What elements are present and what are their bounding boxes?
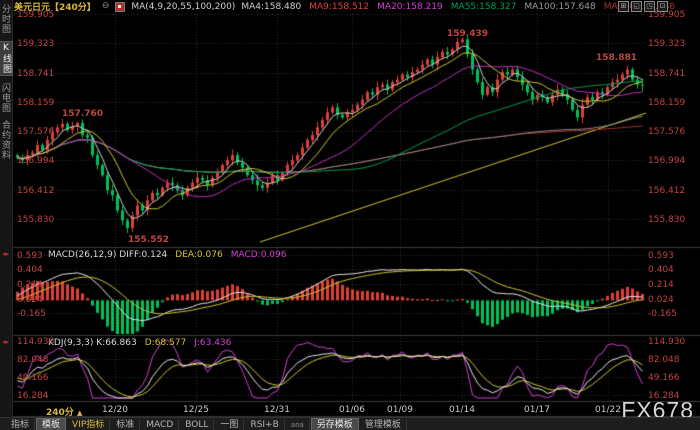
sidebar-item-0[interactable]: 分时图 [0, 4, 11, 34]
main-axis-right-4: 157.576 [648, 127, 685, 137]
macd-axis-right-3: 0.024 [648, 295, 674, 305]
main-axis-right-7: 155.830 [648, 215, 685, 225]
trading-chart-window: 美元日元【240分】 ⊖ MA(4,9,20,55,100,200) MA4:1… [0, 0, 700, 430]
date-label-5: 01/14 [449, 405, 475, 415]
ma-values: MA4:158.480 MA9:158.512 MA20:158.219 MA55:1… [241, 2, 675, 12]
sidebar-item-3[interactable]: 合约资料 [0, 120, 11, 160]
date-label-3: 01/06 [339, 405, 365, 415]
kdj-params-label: KDJ(9,3,3) K:66.863 [48, 338, 137, 348]
macd-axis-left-4: -0.165 [17, 309, 46, 319]
main-axis-right-2: 158.741 [648, 69, 685, 79]
macd-panel-header: MACD(26,12,9) DIFF:0.124 DEA:0.076 MACD:… [48, 250, 286, 260]
main-axis-left-1: 159.323 [17, 39, 54, 49]
toolbar-tab-0[interactable]: 指标 [6, 419, 35, 430]
kdj-axis-left-0: 114.930 [17, 337, 54, 347]
main-axis-left-7: 155.830 [17, 215, 54, 225]
main-axis-left-2: 158.741 [17, 69, 54, 79]
main-axis-right-5: 156.994 [648, 156, 685, 166]
main-axis-left-4: 157.576 [17, 127, 54, 137]
toolbar-tab-5[interactable]: BOLL [180, 419, 214, 430]
macd-axis-left-1: 0.404 [17, 265, 43, 275]
macd-params-label: MACD(26,12,9) DIFF:0.124 [48, 250, 167, 260]
kdj-panel-header: KDJ(9,3,3) K:66.863 D:68.577 J:63.436 [48, 338, 231, 348]
main-axis-right-3: 158.159 [648, 98, 685, 108]
date-label-4: 01/09 [387, 405, 413, 415]
ma-value-3: MA55:158.327 [451, 2, 517, 12]
ma-value-0: MA4:158.480 [241, 2, 301, 12]
chart-type-sidebar: 分时图 K线图闪电图合约资料 [0, 0, 13, 430]
date-label-0: 12/20 [102, 405, 128, 415]
toolbar-tab-6[interactable]: 一图 [215, 419, 244, 430]
symbol-title: 美元日元【240分】 [14, 0, 96, 13]
macd-axis-right-0: 0.593 [648, 251, 674, 261]
date-label-7: 01/22 [595, 405, 621, 415]
main-axis-left-3: 158.159 [17, 98, 54, 108]
price-annotation-1: 155.552 [128, 235, 169, 245]
date-label-1: 12/25 [183, 405, 209, 415]
kdj-axis-right-1: 82.048 [648, 355, 680, 365]
chart-canvas[interactable] [0, 0, 700, 430]
macd-axis-right-4: -0.165 [648, 309, 677, 319]
main-axis-right-6: 156.412 [648, 186, 685, 196]
indicator-header-bar: 美元日元【240分】 ⊖ MA(4,9,20,55,100,200) MA4:1… [14, 0, 700, 13]
price-annotation-3: 158.881 [596, 53, 637, 63]
macd-axis-left-0: 0.593 [17, 251, 43, 261]
kdj-panel-marker-icon[interactable]: ◂▸ [2, 338, 10, 346]
toolbar-tab-3[interactable]: 标准 [111, 419, 140, 430]
kdj-axis-left-3: 16.284 [17, 391, 49, 401]
ma-value-4: MA100:157.648 [524, 2, 595, 12]
ma-value-2: MA20:158.219 [377, 2, 443, 12]
price-annotation-2: 159.439 [447, 29, 488, 39]
grid-layout-icon[interactable]: ⊞ [618, 1, 629, 12]
macd-axis-left-2: 0.214 [17, 280, 43, 290]
kdj-d-label: D:68.577 [145, 338, 186, 348]
main-axis-left-5: 156.994 [17, 156, 54, 166]
macd-dea-label: DEA:0.076 [175, 250, 222, 260]
toolbar-tab-7[interactable]: RSI+B [245, 419, 284, 430]
bottom-toolbar: 指标模板VIP指标标准MACDBOLL一图RSI+Bana另存模板管理模板 [0, 417, 700, 430]
date-label-2: 12/31 [264, 405, 290, 415]
toolbar-tab-2[interactable]: VIP指标 [67, 419, 110, 430]
kdj-axis-right-0: 114.930 [648, 337, 685, 347]
ma-settings-label: MA(4,9,20,55,100,200) [131, 2, 235, 12]
macd-panel-marker-icon[interactable]: ◂▸ [2, 250, 10, 258]
ma-value-1: MA9:158.512 [309, 2, 369, 12]
lock-icon[interactable]: ⊖ [102, 2, 110, 11]
macd-value-label: MACD:0.096 [231, 250, 287, 260]
toolbar-tab-1[interactable]: 模板 [36, 418, 66, 430]
pane-restore-icon[interactable]: ◱ [631, 1, 642, 12]
toolbar-tab-10[interactable]: 管理模板 [360, 419, 407, 430]
price-annotation-0: 157.760 [62, 109, 103, 119]
toolbar-tab-8[interactable]: ana [286, 419, 310, 430]
window-layout-icons: ⊞ ◱ ◳ ⊡ [618, 1, 668, 12]
macd-axis-right-2: 0.214 [648, 280, 674, 290]
dropdown-up-icon: ▲ [77, 409, 82, 417]
main-axis-left-6: 156.412 [17, 186, 54, 196]
sidebar-item-1[interactable]: K线图 [0, 41, 13, 76]
date-axis: 12/20 12/25 12/31 01/06 01/09 01/14 01/17 01/22 [14, 403, 700, 416]
date-label-6: 01/17 [524, 405, 550, 415]
macd-axis-right-1: 0.404 [648, 265, 674, 275]
kdj-axis-right-2: 49.166 [648, 373, 680, 383]
toolbar-tab-9[interactable]: 另存模板 [311, 418, 359, 430]
sidebar-item-2[interactable]: 闪电图 [0, 83, 11, 113]
pane-close-icon[interactable]: ⊡ [657, 1, 668, 12]
main-axis-right-1: 159.323 [648, 39, 685, 49]
kdj-axis-left-1: 82.048 [17, 355, 49, 365]
indicator-flag-icon[interactable] [115, 2, 125, 12]
kdj-j-label: J:63.436 [194, 338, 231, 348]
macd-axis-left-3: 0.024 [17, 295, 43, 305]
toolbar-tab-4[interactable]: MACD [141, 419, 179, 430]
kdj-axis-left-2: 49.166 [17, 373, 49, 383]
pane-maximize-icon[interactable]: ◳ [644, 1, 655, 12]
